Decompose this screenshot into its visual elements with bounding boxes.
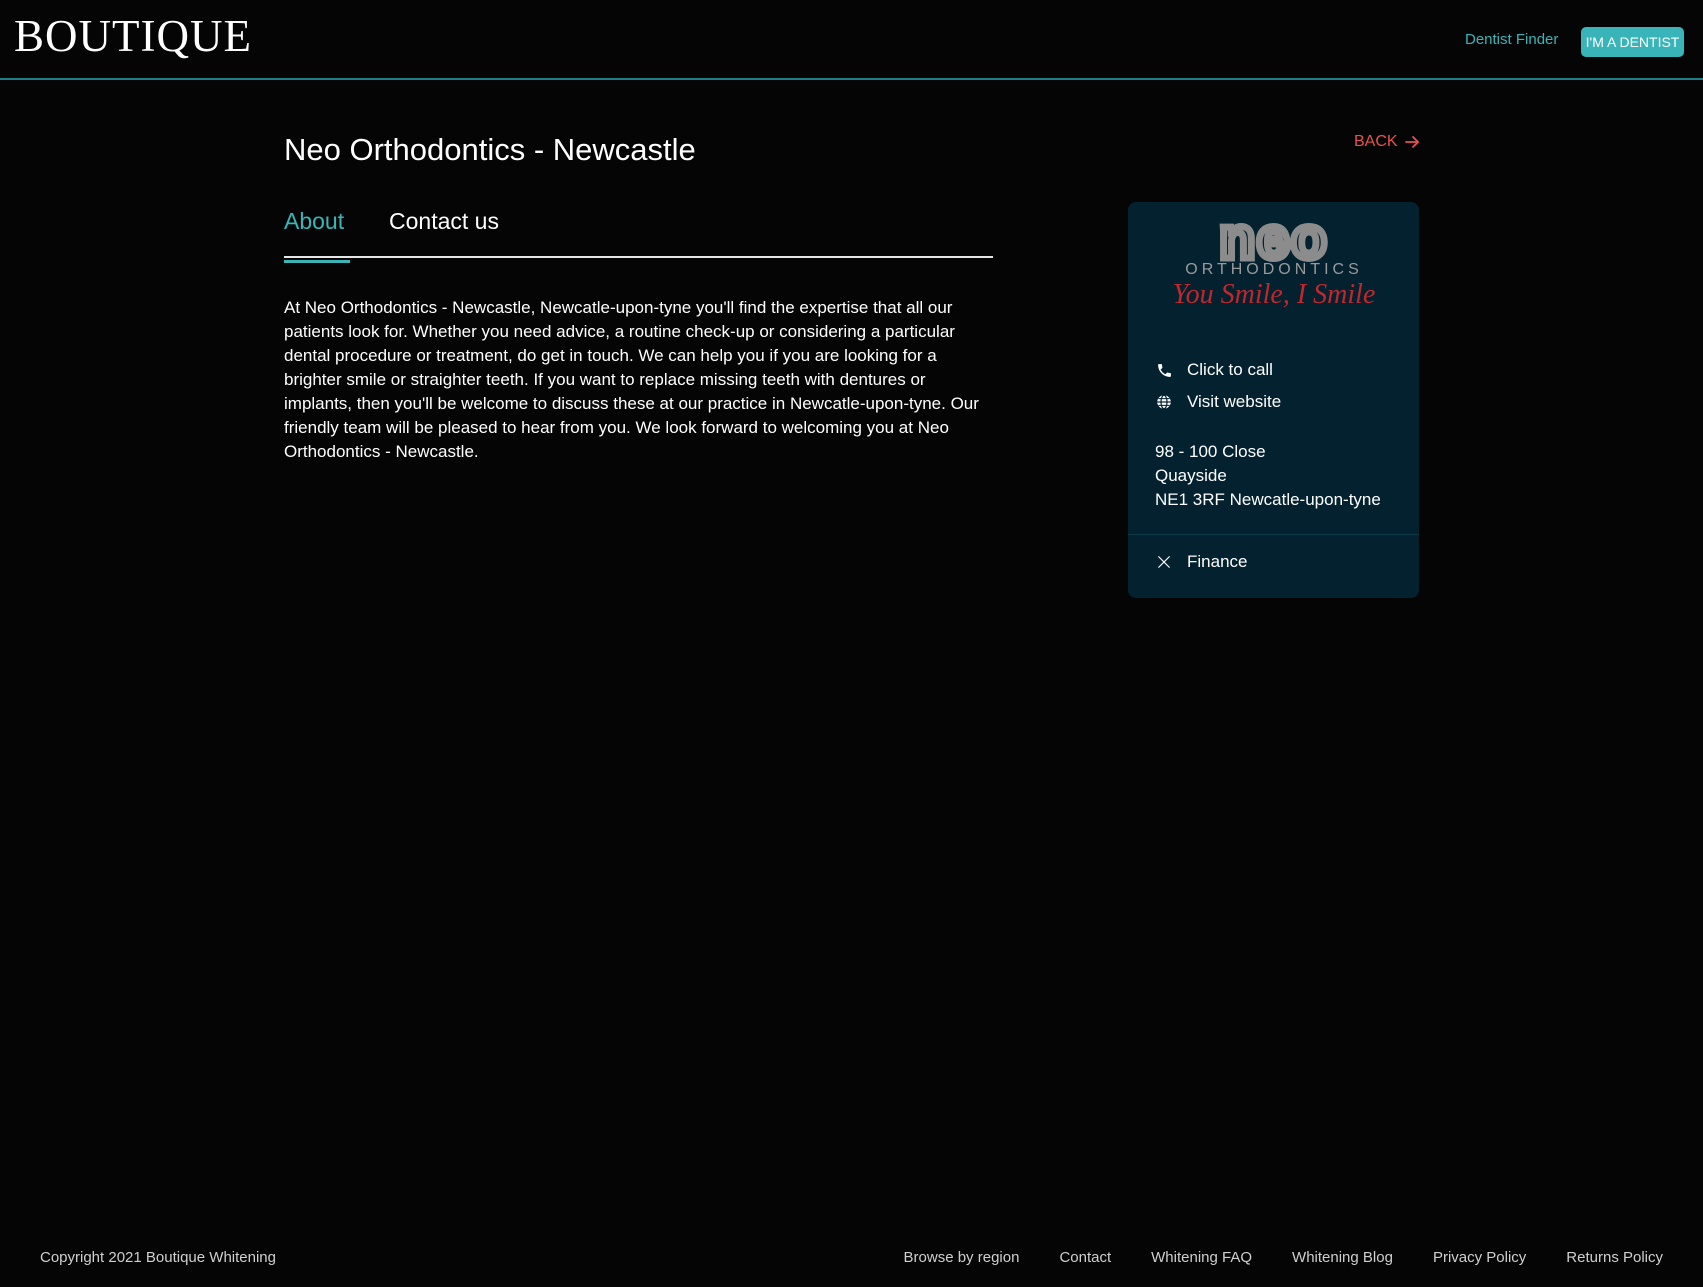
svg-text:You Smile, I Smile: You Smile, I Smile xyxy=(1173,279,1376,310)
im-a-dentist-button[interactable]: I'M A DENTIST xyxy=(1581,27,1684,57)
arrow-right-icon xyxy=(1404,136,1419,148)
close-icon xyxy=(1155,553,1173,571)
practice-card: neo ORTHODONTICS You Smile, I Smile Clic… xyxy=(1128,202,1419,598)
dentist-finder-link[interactable]: Dentist Finder xyxy=(1465,31,1558,48)
practice-logo: neo ORTHODONTICS You Smile, I Smile xyxy=(1173,214,1376,310)
card-divider xyxy=(1128,534,1419,535)
about-description: At Neo Orthodontics - Newcastle, Newcatl… xyxy=(284,298,979,461)
footer-link-whitening-faq[interactable]: Whitening FAQ xyxy=(1151,1249,1252,1266)
tab-bar: About Contact us xyxy=(284,202,993,263)
click-to-call-label: Click to call xyxy=(1187,360,1273,379)
footer-link-browse-by-region[interactable]: Browse by region xyxy=(904,1249,1020,1266)
site-header: BOUTIQUE Dentist Finder I'M A DENTIST xyxy=(0,0,1703,80)
visit-website-link[interactable]: Visit website xyxy=(1155,392,1281,412)
footer-link-privacy-policy[interactable]: Privacy Policy xyxy=(1433,1249,1526,1266)
footer-link-whitening-blog[interactable]: Whitening Blog xyxy=(1292,1249,1393,1266)
tab-contact-us[interactable]: Contact us xyxy=(389,208,499,255)
visit-website-label: Visit website xyxy=(1187,392,1282,411)
footer-copyright: Copyright 2021 Boutique Whitening xyxy=(40,1249,276,1266)
site-logo[interactable]: BOUTIQUE xyxy=(14,10,252,62)
back-label: BACK xyxy=(1354,133,1398,150)
address-line-3: NE1 3RF Newcatle-upon-tyne xyxy=(1155,490,1381,509)
footer-link-contact[interactable]: Contact xyxy=(1059,1249,1111,1266)
finance-feature: Finance xyxy=(1155,552,1247,572)
address-line-1: 98 - 100 Close xyxy=(1155,442,1266,461)
page-title: Neo Orthodontics - Newcastle xyxy=(284,132,696,167)
finance-label: Finance xyxy=(1187,552,1248,571)
phone-icon xyxy=(1155,361,1173,379)
footer-links: Browse by region Contact Whitening FAQ W… xyxy=(904,1249,1663,1266)
back-link[interactable]: BACK xyxy=(1354,133,1420,151)
address-line-2: Quayside xyxy=(1155,466,1227,485)
click-to-call-link[interactable]: Click to call xyxy=(1155,360,1273,380)
footer-link-returns-policy[interactable]: Returns Policy xyxy=(1566,1249,1663,1266)
practice-address: 98 - 100 Close Quayside NE1 3RF Newcatle… xyxy=(1155,440,1381,512)
globe-icon xyxy=(1155,393,1173,411)
tab-about[interactable]: About xyxy=(284,208,350,263)
svg-text:ORTHODONTICS: ORTHODONTICS xyxy=(1185,261,1362,278)
